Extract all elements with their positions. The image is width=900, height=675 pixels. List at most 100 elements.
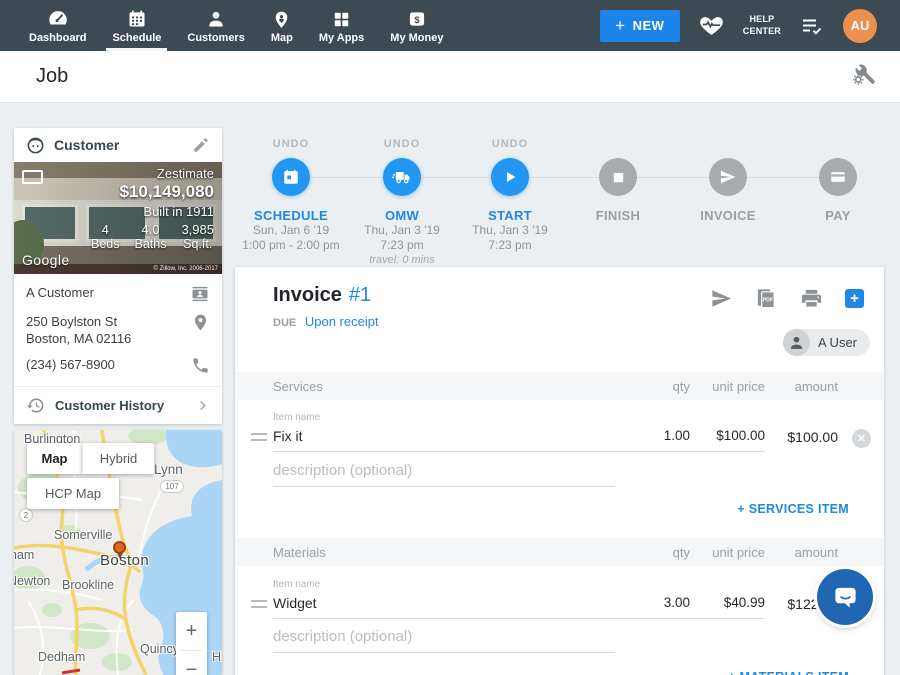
materials-section-header: Materials qty unit price amount (235, 538, 884, 566)
stat-label: Baths (134, 237, 166, 251)
calendar-icon (282, 168, 300, 186)
add-services-item-link[interactable]: + SERVICES ITEM (737, 502, 849, 516)
top-nav: Dashboard Schedule Customers Map My Apps (0, 0, 900, 51)
invoice-step-button[interactable] (709, 158, 747, 196)
chat-support-button[interactable] (817, 569, 873, 625)
material-description-input[interactable] (273, 625, 615, 653)
undo-button[interactable]: UNDO (342, 138, 462, 152)
nav-item-my-money[interactable]: $ My Money (377, 0, 456, 51)
remove-service-item-button[interactable]: ✕ (852, 429, 871, 448)
undo-button[interactable]: UNDO (450, 138, 570, 152)
invoice-title-text: Invoice (273, 284, 342, 306)
due-label: DUE (273, 317, 296, 329)
map-label-somerville: Somerville (54, 528, 112, 542)
map-widget[interactable]: Burlington Lynn ham Somerville Boston Ne… (14, 430, 222, 675)
timeline-step-omw: UNDO OMW Thu, Jan 3 '19 7:23 pm travel: … (342, 130, 462, 267)
play-icon (502, 169, 518, 185)
heart-pulse-icon[interactable] (699, 13, 724, 38)
assignee-avatar-icon (783, 329, 810, 356)
chat-bubble-icon (832, 584, 859, 611)
assignee-name: A User (818, 335, 857, 350)
map-label-boston: Boston (100, 552, 149, 569)
services-section-header: Services qty unit price amount (235, 372, 884, 400)
amount-column-header: amount (758, 545, 838, 560)
material-unit-price-input[interactable] (685, 591, 765, 619)
service-description-input[interactable] (273, 459, 615, 487)
finish-step-button[interactable] (599, 158, 637, 196)
drag-handle[interactable] (251, 600, 267, 608)
nav-label: Schedule (112, 32, 161, 44)
property-stats: 4 Beds 4.0 Baths 3,985 Sq.ft. (91, 222, 214, 251)
assignee-chip[interactable]: A User (783, 329, 870, 356)
step-label: FINISH (558, 208, 678, 223)
step-label: INVOICE (668, 208, 788, 223)
timeline-step-start: UNDO START Thu, Jan 3 '19 7:23 pm (450, 130, 570, 253)
material-item-name-input[interactable] (273, 591, 615, 619)
step-label: START (450, 208, 570, 223)
stat-value: 3,985 (181, 222, 214, 237)
nav-item-customers[interactable]: Customers (174, 0, 257, 51)
step-label: SCHEDULE (231, 208, 351, 223)
property-photo: Zestimate $10,149,080 Built in 1911 4 Be… (14, 162, 222, 274)
map-label-hingham: Hi (212, 650, 222, 664)
schedule-step-button[interactable] (272, 158, 310, 196)
address-line2: Boston, MA 02116 (26, 331, 131, 346)
contact-card-icon[interactable] (188, 284, 210, 304)
invoice-number: #1 (349, 284, 371, 306)
task-list-icon[interactable] (800, 14, 824, 38)
map-type-button-hybrid[interactable]: Hybrid (82, 443, 154, 474)
help-line2: CENTER (743, 26, 781, 38)
route-2-shield: 2 (19, 508, 33, 522)
google-logo: Google (22, 252, 70, 268)
service-unit-price-input[interactable] (685, 424, 765, 452)
user-avatar[interactable]: AU (843, 9, 877, 43)
pay-step-button[interactable] (819, 158, 857, 196)
customer-name: A Customer (26, 284, 188, 301)
service-item-name-input[interactable] (273, 424, 615, 452)
start-step-button[interactable] (491, 158, 529, 196)
nav-item-map[interactable]: Map (258, 0, 306, 51)
material-qty-input[interactable] (610, 591, 690, 619)
nav-item-my-apps[interactable]: My Apps (306, 0, 377, 51)
service-qty-input[interactable] (610, 424, 690, 452)
location-pin-icon[interactable] (188, 313, 210, 332)
fullscreen-icon[interactable] (22, 170, 43, 184)
pdf-icon[interactable]: PDF (755, 287, 778, 310)
phone-icon[interactable] (188, 356, 210, 375)
customer-face-icon (26, 136, 45, 155)
drag-handle[interactable] (251, 433, 267, 441)
print-icon[interactable] (800, 287, 823, 310)
step-time: 7:23 pm (342, 238, 462, 253)
customer-name-row: A Customer (14, 274, 222, 304)
job-tools-icon[interactable] (852, 62, 876, 91)
stat-beds: 4 Beds (91, 222, 120, 251)
invoice-actions: PDF + (710, 287, 864, 310)
map-label-brookline: Brookline (62, 578, 114, 592)
undo-button[interactable]: UNDO (231, 138, 351, 152)
zoom-in-button[interactable]: + (176, 612, 207, 650)
customer-history-row[interactable]: Customer History (14, 387, 222, 424)
due-value-link[interactable]: Upon receipt (305, 314, 379, 329)
map-marker-pin[interactable] (113, 541, 126, 554)
omw-step-button[interactable] (383, 158, 421, 196)
stat-baths: 4.0 Baths (134, 222, 166, 251)
step-date: Thu, Jan 3 '19 (342, 223, 462, 238)
nav-item-schedule[interactable]: Schedule (99, 0, 174, 51)
edit-pencil-icon[interactable] (192, 136, 210, 154)
help-center-link[interactable]: HELP CENTER (743, 14, 781, 37)
svg-text:$: $ (414, 15, 419, 25)
nav-item-dashboard[interactable]: Dashboard (16, 0, 99, 51)
map-label-dedham: Dedham (38, 650, 85, 664)
unit-price-column-header: unit price (685, 545, 765, 560)
new-button[interactable]: + NEW (600, 10, 680, 42)
add-materials-item-link[interactable]: + MATERIALS ITEM (728, 670, 849, 675)
svg-text:PDF: PDF (763, 298, 774, 304)
zoom-out-button[interactable]: − (176, 651, 207, 675)
page-title: Job (36, 65, 68, 88)
add-invoice-button[interactable]: + (845, 289, 864, 308)
hcp-map-button[interactable]: HCP Map (27, 478, 119, 509)
map-type-button-map[interactable]: Map (27, 443, 82, 474)
customer-card-header: Customer (14, 128, 222, 162)
send-invoice-icon[interactable] (710, 287, 733, 310)
nav-label: Dashboard (29, 32, 86, 44)
